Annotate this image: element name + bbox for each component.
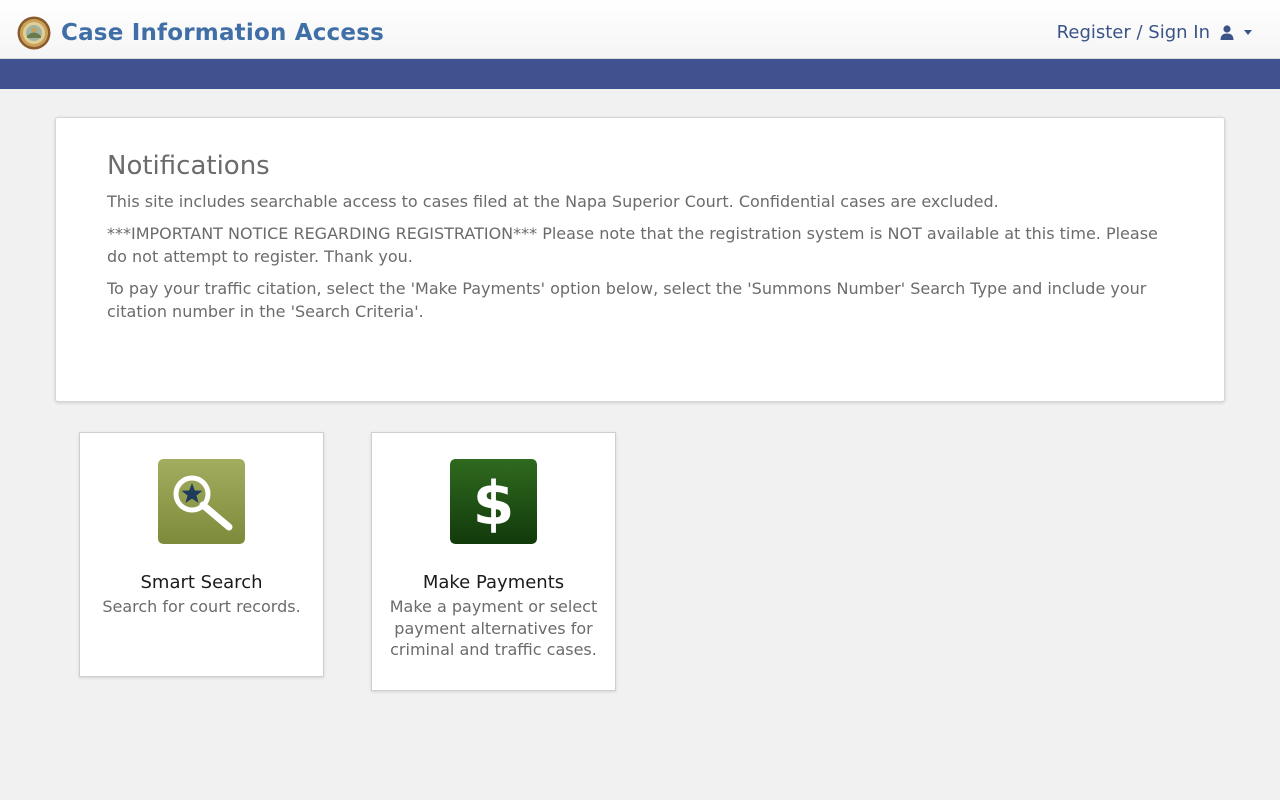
make-payments-tile[interactable]: $ Make Payments Make a payment or select… (371, 432, 616, 691)
notification-text: ***IMPORTANT NOTICE REGARDING REGISTRATI… (107, 224, 1158, 266)
chevron-down-icon (1244, 30, 1252, 35)
smart-search-tile[interactable]: Smart Search Search for court records. (79, 432, 324, 677)
app-title: Case Information Access (61, 20, 384, 46)
notifications-panel: Notifications This site includes searcha… (55, 117, 1225, 402)
dollar-sign-icon: $ (450, 459, 537, 544)
court-seal-icon (17, 16, 51, 50)
magnifier-star-icon (158, 459, 245, 544)
tile-title: Smart Search (140, 572, 263, 593)
nav-band (0, 59, 1280, 89)
notifications-heading: Notifications (107, 151, 270, 181)
user-icon (1220, 25, 1234, 40)
home-link[interactable]: Case Information Access (17, 16, 384, 50)
tile-title: Make Payments (422, 572, 565, 593)
notification-text: To pay your traffic citation, select the… (107, 279, 1147, 321)
register-signin-menu[interactable]: Register / Sign In (1057, 22, 1252, 43)
notification-text: This site includes searchable access to … (107, 192, 999, 211)
signin-label: Register / Sign In (1056, 22, 1210, 43)
tile-description: Search for court records. (102, 597, 301, 616)
top-bar: Case Information Access Register / Sign … (0, 0, 1280, 59)
svg-text:$: $ (473, 469, 515, 539)
tile-description: Make a payment or select payment alterna… (389, 597, 598, 659)
